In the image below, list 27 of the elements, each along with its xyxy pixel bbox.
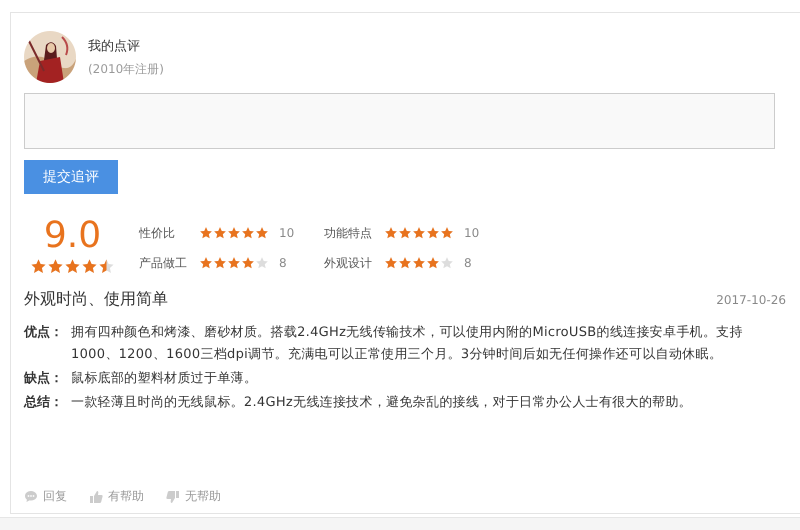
rating-label: 性价比 bbox=[139, 224, 176, 242]
section-text: 鼠标底部的塑料材质过于单薄。 bbox=[71, 370, 258, 388]
section-label: 缺点： bbox=[24, 370, 64, 388]
reply-link[interactable]: 回复 bbox=[24, 488, 67, 505]
section-text: 一款轻薄且时尚的无线鼠标。2.4GHz无线连接技术，避免杂乱的接线，对于日常办公人士有很大的帮助。 bbox=[71, 394, 694, 412]
comment-icon bbox=[24, 490, 38, 503]
review-title: 外观时尚、使用简单 bbox=[24, 289, 168, 310]
rating-label: 外观设计 bbox=[324, 254, 373, 272]
unhelpful-link[interactable]: 无帮助 bbox=[166, 488, 221, 505]
section-text: 拥有四种颜色和烤漆、磨砂材质。搭载2.4GHz无线传输技术，可以使用内附的MicroUSB的线连接安卓手机。支持1000、1200、1600三档dpi调节。充满电可以正常使用三个月。3分钟时间后如无任何操作还可以自动休眠。 bbox=[71, 324, 744, 364]
overall-score: 9.0 bbox=[44, 214, 102, 258]
rating-value: 8 bbox=[279, 256, 287, 270]
rating-label: 功能特点 bbox=[324, 224, 373, 242]
user-name: 我的点评 bbox=[88, 38, 141, 54]
section-label: 总结： bbox=[24, 394, 64, 412]
follow-up-input[interactable] bbox=[24, 93, 775, 149]
thumbs-up-icon bbox=[89, 490, 103, 504]
rating-value: 10 bbox=[464, 226, 480, 240]
section-label: 优点： bbox=[24, 324, 64, 342]
helpful-link[interactable]: 有帮助 bbox=[89, 488, 144, 505]
rating-value: 8 bbox=[464, 256, 472, 270]
review-date: 2017-10-26 bbox=[716, 293, 786, 307]
registration-year: (2010年注册) bbox=[88, 60, 164, 78]
submit-follow-up-button[interactable]: 提交追评 bbox=[24, 160, 118, 194]
rating-value: 10 bbox=[279, 226, 294, 240]
rating-label: 产品做工 bbox=[139, 254, 188, 272]
thumbs-down-icon bbox=[166, 490, 180, 504]
